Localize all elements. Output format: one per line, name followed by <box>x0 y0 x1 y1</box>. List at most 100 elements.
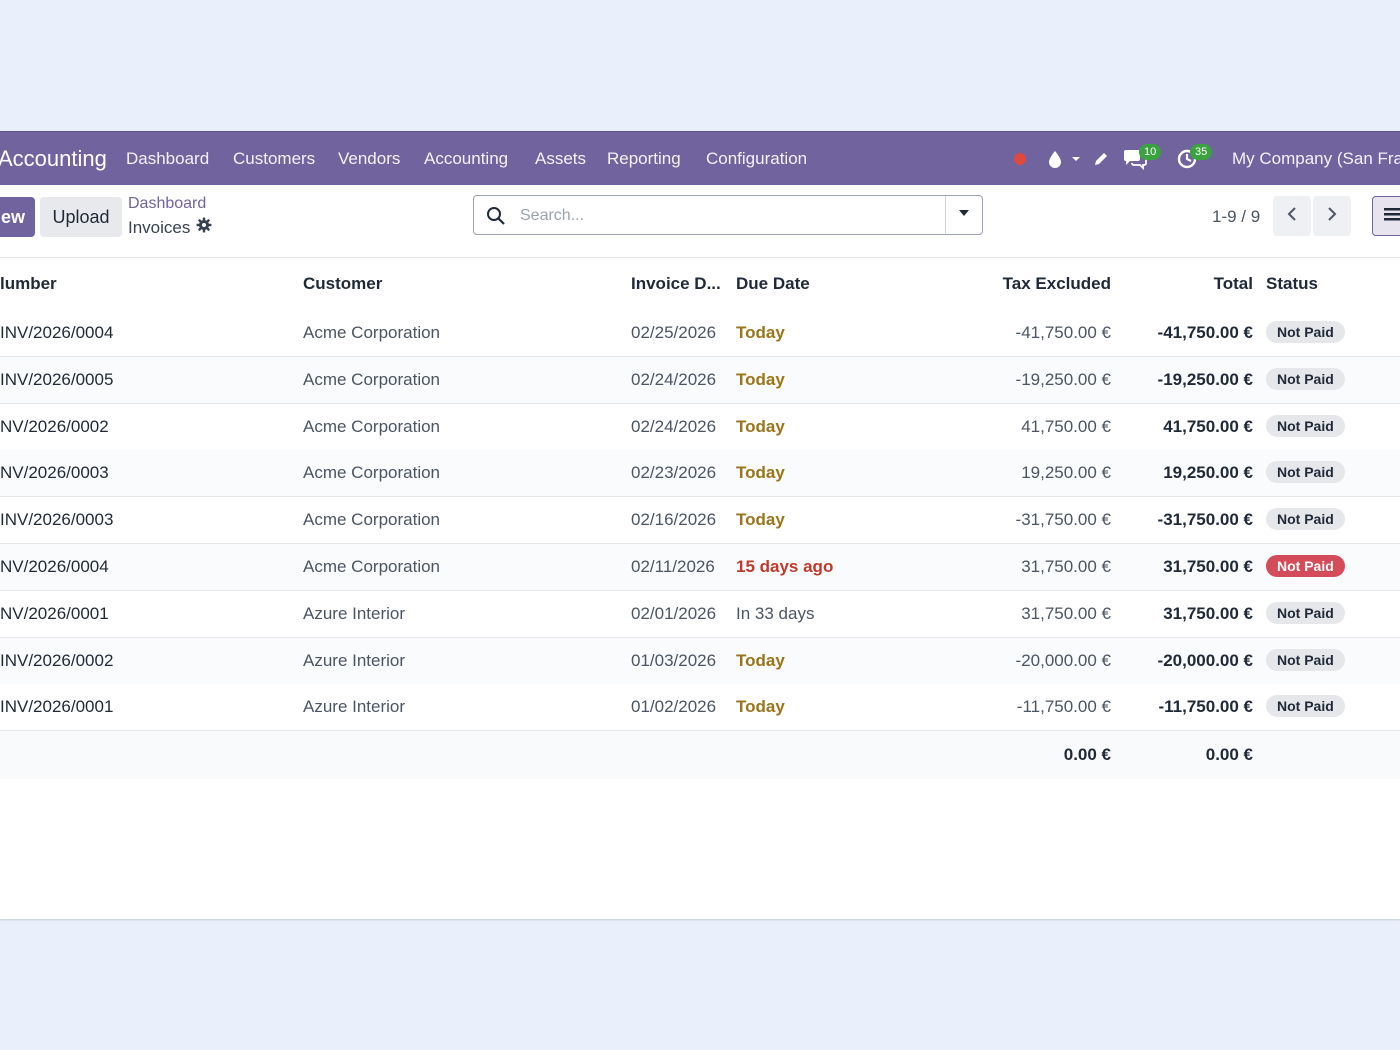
due-date: 15 days ago <box>736 557 834 576</box>
pager-value[interactable]: 1-9 / 9 <box>1212 207 1260 227</box>
search-icon <box>486 206 506 231</box>
gear-icon[interactable] <box>196 217 212 238</box>
due-date: Today <box>736 369 785 389</box>
messages-badge: 10 <box>1139 144 1162 160</box>
invoice-date: 01/03/2026 <box>631 650 717 670</box>
invoice-date: 02/23/2026 <box>631 463 717 483</box>
table-row[interactable]: INV/2026/0005 Acme Corporation 02/24/2026 T… <box>0 356 1400 404</box>
customer-name: Acme Corporation <box>303 369 441 389</box>
invoice-number: INV/2026/0001 <box>0 697 114 717</box>
table-row[interactable]: INV/2026/0003 Acme Corporation 02/16/2026 T… <box>0 497 1400 545</box>
customer-name: Acme Corporation <box>303 463 441 483</box>
search-bar <box>473 195 983 235</box>
customer-name: Acme Corporation <box>303 557 441 576</box>
invoice-date: 01/02/2026 <box>631 697 717 717</box>
activities-badge: 35 <box>1190 144 1213 160</box>
status-badge: Not Paid <box>1266 367 1345 390</box>
column-invoice-date[interactable]: Invoice D... <box>631 274 721 294</box>
company-switcher[interactable]: My Company (San Fra <box>1232 132 1400 186</box>
status-badge: Not Paid <box>1266 601 1345 624</box>
total-amount: 31,750.00 € <box>1163 557 1253 576</box>
table-header: lumber Customer Invoice D... Due Date Ta… <box>0 258 1400 311</box>
tax-excluded-amount: -20,000.00 € <box>1015 650 1111 670</box>
invoice-date: 02/01/2026 <box>631 603 717 623</box>
breadcrumb-current: Invoices <box>128 217 212 238</box>
table-row[interactable]: INV/2026/0002 Azure Interior 01/03/2026 Tod… <box>0 637 1400 685</box>
invoice-number: NV/2026/0003 <box>0 463 109 483</box>
due-date: Today <box>736 463 785 483</box>
column-status[interactable]: Status <box>1266 274 1318 294</box>
tax-excluded-amount: -11,750.00 € <box>1016 697 1111 717</box>
theme-drop-icon[interactable] <box>1046 132 1064 186</box>
menu-assets[interactable]: Assets <box>535 132 586 186</box>
due-date: Today <box>736 510 785 530</box>
table-row[interactable]: NV/2026/0002 Acme Corporation 02/24/2026 To… <box>0 403 1400 451</box>
upload-button[interactable]: Upload <box>40 197 122 237</box>
menu-customers[interactable]: Customers <box>233 132 315 186</box>
tax-excluded-amount: 19,250.00 € <box>1021 463 1111 483</box>
chevron-down-icon[interactable] <box>1070 132 1082 186</box>
table-row[interactable]: NV/2026/0004 Acme Corporation 02/11/2026 15… <box>0 544 1400 591</box>
new-button[interactable]: ew <box>0 197 35 237</box>
column-customer[interactable]: Customer <box>303 274 382 294</box>
table-row[interactable]: NV/2026/0001 Azure Interior 02/01/2026 In 3… <box>0 590 1400 638</box>
total-amount: 19,250.00 € <box>1163 463 1253 483</box>
top-navbar: Accounting Dashboard Customers Vendors A… <box>0 131 1400 186</box>
customer-name: Azure Interior <box>303 650 406 670</box>
invoice-number: NV/2026/0002 <box>0 416 109 436</box>
chevron-left-icon <box>1285 206 1299 227</box>
list-icon <box>1383 206 1400 227</box>
menu-accounting[interactable]: Accounting <box>424 132 508 186</box>
table-row[interactable]: INV/2026/0001 Azure Interior 01/02/2026 Tod… <box>0 684 1400 732</box>
status-badge: Not Paid <box>1266 508 1345 531</box>
menu-vendors[interactable]: Vendors <box>338 132 400 186</box>
tax-excluded-amount: -41,750.00 € <box>1015 323 1111 342</box>
status-badge: Not Paid <box>1266 555 1345 577</box>
invoice-date: 02/16/2026 <box>631 510 717 530</box>
status-dot-icon[interactable] <box>1012 132 1028 186</box>
breadcrumb-parent[interactable]: Dashboard <box>128 195 206 213</box>
invoice-number: INV/2026/0003 <box>0 510 114 530</box>
column-tax-excluded[interactable]: Tax Excluded <box>1003 274 1111 294</box>
invoice-number: INV/2026/0002 <box>0 650 114 670</box>
menu-configuration[interactable]: Configuration <box>706 132 807 186</box>
tax-excluded-amount: 31,750.00 € <box>1021 557 1111 576</box>
total-amount: -11,750.00 € <box>1158 697 1253 717</box>
footer-tax-excluded-sum: 0.00 € <box>1063 745 1111 765</box>
invoice-number: INV/2026/0005 <box>0 369 114 389</box>
column-total[interactable]: Total <box>1214 274 1253 294</box>
app-name[interactable]: Accounting <box>0 132 107 186</box>
chevron-right-icon <box>1325 206 1339 227</box>
menu-dashboard[interactable]: Dashboard <box>126 132 209 186</box>
due-date: Today <box>736 416 785 436</box>
control-panel: ew Upload Dashboard Invoices Search... 1… <box>0 185 1400 258</box>
menu-reporting[interactable]: Reporting <box>607 132 681 186</box>
pager-previous-button[interactable] <box>1273 196 1311 236</box>
tax-excluded-amount: -19,250.00 € <box>1015 369 1111 389</box>
pager-next-button[interactable] <box>1313 196 1351 236</box>
total-amount: -41,750.00 € <box>1157 323 1253 342</box>
table-row[interactable]: INV/2026/0004 Acme Corporation 02/25/2026 T… <box>0 310 1400 357</box>
footer-total-sum: 0.00 € <box>1205 745 1253 765</box>
pencil-icon[interactable] <box>1092 132 1110 186</box>
column-number[interactable]: lumber <box>0 274 57 294</box>
status-badge: Not Paid <box>1266 648 1345 671</box>
customer-name: Azure Interior <box>303 697 406 717</box>
column-due-date[interactable]: Due Date <box>736 274 810 294</box>
invoice-date: 02/24/2026 <box>631 369 717 389</box>
app-window: Accounting Dashboard Customers Vendors A… <box>0 131 1400 919</box>
search-input[interactable] <box>518 204 942 228</box>
search-options-toggle[interactable] <box>945 196 982 234</box>
invoice-date: 02/11/2026 <box>631 557 715 576</box>
invoice-number: NV/2026/0004 <box>0 557 109 576</box>
table-row[interactable]: NV/2026/0003 Acme Corporation 02/23/2026 To… <box>0 450 1400 498</box>
due-date: In 33 days <box>736 603 815 623</box>
due-date: Today <box>736 697 785 717</box>
status-badge: Not Paid <box>1266 414 1345 437</box>
list-view-button[interactable] <box>1372 196 1400 236</box>
status-badge: Not Paid <box>1266 695 1345 718</box>
customer-name: Azure Interior <box>303 603 406 623</box>
invoice-date: 02/24/2026 <box>631 416 717 436</box>
customer-name: Acme Corporation <box>303 510 441 530</box>
status-badge: Not Paid <box>1266 321 1345 343</box>
